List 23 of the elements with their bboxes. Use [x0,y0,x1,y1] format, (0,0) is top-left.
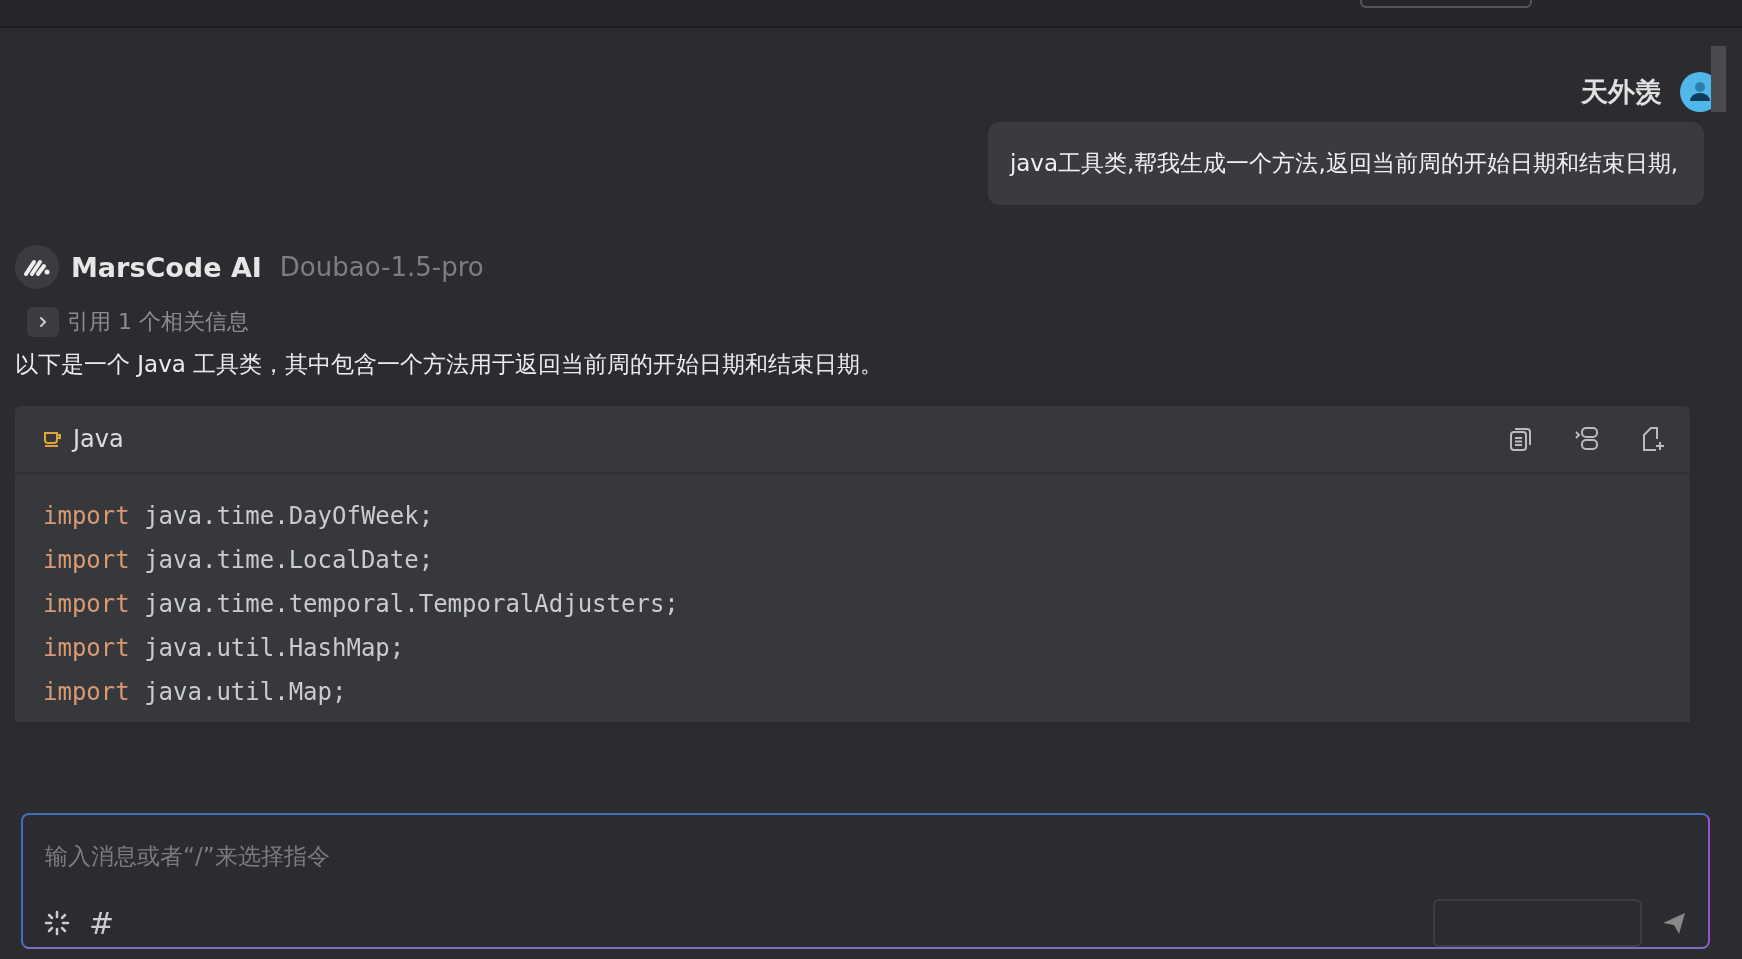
chevron-icon [37,316,49,328]
user-name: 天外羡 [1581,75,1662,109]
new-file-icon[interactable] [1640,426,1666,452]
copy-icon[interactable] [1508,426,1534,452]
message-input[interactable]: 输入消息或者“/”来选择指令 # [21,813,1710,949]
language-label: Java [73,425,124,453]
code-line: import java.util.HashMap; [43,633,406,664]
model-name: Doubao-1.5-pro [279,252,484,282]
code-line: import java.time.temporal.TemporalAdjusters; [43,589,680,620]
scrollbar-thumb[interactable] [1711,46,1726,112]
insert-icon[interactable] [1574,426,1600,452]
logo-icon [15,245,59,289]
expand-button[interactable] [27,307,59,337]
cup-icon [43,429,63,449]
sparkle-icon[interactable] [43,909,71,937]
context-button[interactable]: # [89,905,115,941]
code-line: import java.time.DayOfWeek; [43,501,435,532]
assistant-name: MarsCode AI [71,251,262,283]
user-message: java工具类,帮我生成一个方法,返回当前周的开始日期和结束日期, [987,122,1704,205]
reference-label[interactable]: 引用 1 个相关信息 [67,307,249,337]
answer-text: 以下是一个 Java 工具类，其中包含一个方法用于返回当前周的开始日期和结束日期。 [15,350,885,379]
code-line: import java.time.LocalDate; [43,545,435,576]
code-line: import java.util.Map; [43,677,348,708]
